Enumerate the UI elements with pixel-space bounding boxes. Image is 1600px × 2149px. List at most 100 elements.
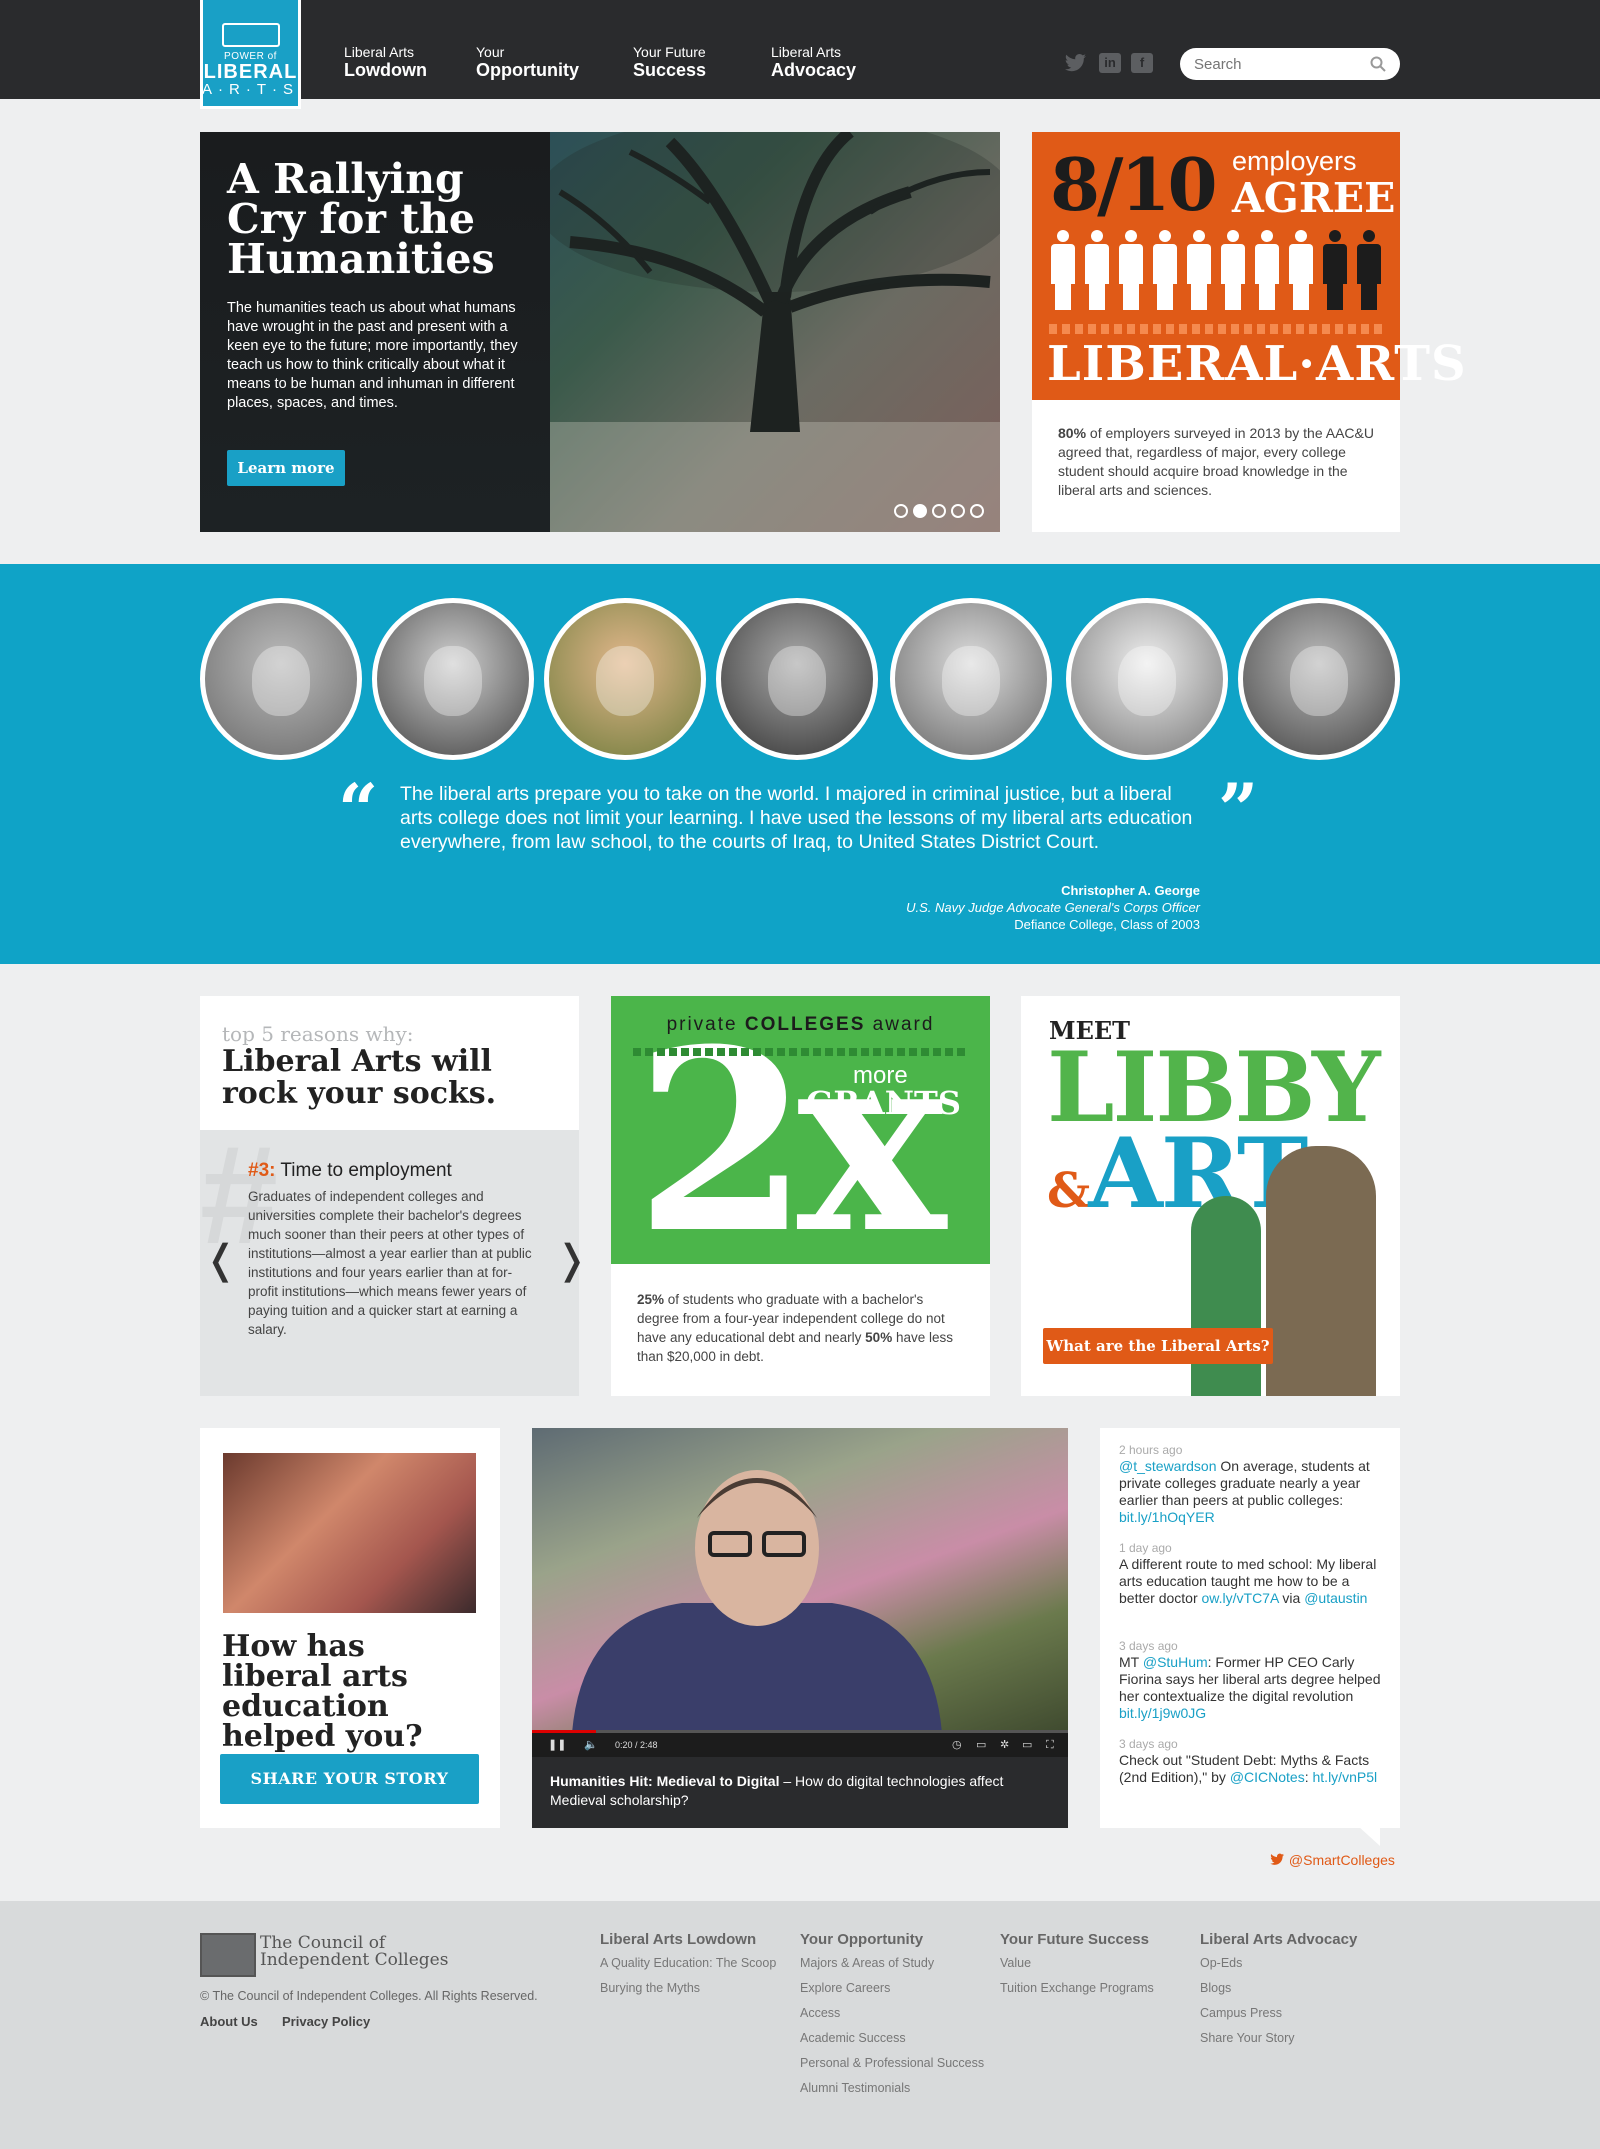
- avatar[interactable]: [372, 598, 534, 760]
- libby-art-card[interactable]: MEET LIBBY &ART What are the Liberal Art…: [1021, 996, 1400, 1396]
- nav-success[interactable]: Your Future Success: [633, 45, 706, 81]
- tweet-link[interactable]: bit.ly/1hOqYER: [1119, 1509, 1215, 1525]
- nav-lowdown[interactable]: Liberal Arts Lowdown: [344, 45, 427, 81]
- footer-link[interactable]: Academic Success: [800, 2031, 985, 2046]
- carousel-dot[interactable]: [913, 504, 927, 518]
- tweet: 3 days ago Check out "Student Debt: Myths…: [1119, 1736, 1384, 1786]
- grants-stat2: 50%: [865, 1330, 893, 1345]
- avatar[interactable]: [200, 598, 362, 760]
- video-player[interactable]: ❚❚ 🔈 0:20 / 2:48 ◷ ▭ ✲ ▭ ⛶ Humanities Hi…: [532, 1428, 1068, 1828]
- footer-link[interactable]: Explore Careers: [800, 1981, 985, 1996]
- tweet: 3 days ago MT @StuHum: Former HP CEO Carl…: [1119, 1638, 1384, 1722]
- footer-link[interactable]: Share Your Story: [1200, 2031, 1385, 2046]
- employers-banner: LIBERAL·ARTS: [1047, 336, 1467, 392]
- employers-card[interactable]: 8/10 employers AGREE LIBERAL·ARTS 80% of…: [1032, 132, 1466, 532]
- footer-column-title[interactable]: Your Opportunity: [800, 1931, 985, 1948]
- settings-icon[interactable]: ✲: [1000, 1733, 1009, 1757]
- reasons-kicker: top 5 reasons why:: [222, 1022, 414, 1046]
- theater-icon[interactable]: ▭: [1022, 1733, 1032, 1757]
- footer-column-title[interactable]: Liberal Arts Advocacy: [1200, 1931, 1385, 1948]
- video-title: Humanities Hit: Medieval to Digital: [550, 1773, 780, 1789]
- carousel-dot[interactable]: [951, 504, 965, 518]
- footer-link[interactable]: Tuition Exchange Programs: [1000, 1981, 1185, 1996]
- reason-body: Graduates of independent colleges and un…: [248, 1189, 532, 1337]
- tweet-link[interactable]: @t_stewardson: [1119, 1458, 1216, 1474]
- search-input[interactable]: [1180, 48, 1400, 80]
- volume-icon[interactable]: 🔈: [584, 1733, 598, 1757]
- carousel-dot[interactable]: [894, 504, 908, 518]
- facebook-icon[interactable]: f: [1131, 53, 1153, 73]
- nav-big-label: Success: [633, 60, 707, 80]
- next-arrow-icon[interactable]: ❭: [555, 1240, 589, 1280]
- pause-icon[interactable]: ❚❚: [548, 1733, 566, 1757]
- reasons-slide: # #3: Time to employment Graduates of in…: [200, 1125, 589, 1396]
- tweet-link[interactable]: @StuHum: [1143, 1654, 1208, 1670]
- tweet-time[interactable]: 1 day ago: [1119, 1540, 1384, 1556]
- search-icon[interactable]: [1370, 56, 1386, 72]
- tweet-time[interactable]: 3 days ago: [1119, 1638, 1384, 1654]
- nav-advocacy[interactable]: Liberal Arts Advocacy: [771, 45, 856, 81]
- footer-link[interactable]: Op-Eds: [1200, 1956, 1385, 1971]
- footer-link[interactable]: Burying the Myths: [600, 1981, 785, 1996]
- tweet-time[interactable]: 2 hours ago: [1119, 1442, 1384, 1458]
- footer-column-title[interactable]: Your Future Success: [1000, 1931, 1185, 1948]
- video-time: 0:20 / 2:48: [615, 1740, 658, 1750]
- employers-agree: AGREE: [1232, 174, 1396, 222]
- carousel-dots: [894, 504, 984, 518]
- avatar[interactable]: [1066, 598, 1228, 760]
- reasons-card: top 5 reasons why: Liberal Arts will roc…: [200, 996, 589, 1396]
- cic-logo-icon[interactable]: [200, 1933, 256, 1977]
- privacy-policy-link[interactable]: Privacy Policy: [282, 2014, 370, 2029]
- twitter-handle-link[interactable]: @SmartColleges: [1270, 1852, 1395, 1868]
- person-icon: [1321, 230, 1349, 310]
- tweet-time[interactable]: 3 days ago: [1119, 1736, 1384, 1752]
- clock-icon[interactable]: ◷: [952, 1733, 962, 1757]
- footer-link[interactable]: Campus Press: [1200, 2006, 1385, 2021]
- tweet-link[interactable]: @utaustin: [1304, 1590, 1367, 1606]
- hero-title: A Rallying Cry for the Humanities: [227, 155, 495, 283]
- employers-description: of employers surveyed in 2013 by the AAC…: [1058, 425, 1374, 498]
- share-title: How has liberal arts education helped yo…: [222, 1629, 423, 1754]
- twitter-icon[interactable]: [1065, 53, 1087, 73]
- nav-opportunity[interactable]: Your Opportunity: [476, 45, 579, 81]
- footer-link[interactable]: Access: [800, 2006, 985, 2021]
- video-frame[interactable]: [532, 1428, 1068, 1733]
- footer-link[interactable]: A Quality Education: The Scoop: [600, 1956, 785, 1971]
- footer-column-title[interactable]: Liberal Arts Lowdown: [600, 1931, 785, 1948]
- footer-link[interactable]: Value: [1000, 1956, 1185, 1971]
- testimonial-role: U.S. Navy Judge Advocate General's Corps…: [906, 900, 1200, 915]
- person-icon: [1219, 230, 1247, 310]
- share-story-card: How has liberal arts education helped yo…: [200, 1428, 500, 1828]
- tweet-link[interactable]: @CICNotes: [1230, 1769, 1305, 1785]
- footer-link[interactable]: Blogs: [1200, 1981, 1385, 1996]
- site-logo[interactable]: POWER of LIBERAL A·R·T·S: [200, 0, 301, 109]
- grants-card[interactable]: 2x private COLLEGES award more GRANTS 25…: [611, 996, 990, 1396]
- fullscreen-icon[interactable]: ⛶: [1046, 1733, 1054, 1757]
- linkedin-icon[interactable]: in: [1099, 53, 1121, 73]
- prev-arrow-icon[interactable]: ❬: [204, 1240, 238, 1280]
- what-are-liberal-arts-button[interactable]: What are the Liberal Arts?: [1043, 1328, 1273, 1364]
- avatar[interactable]: [890, 598, 1052, 760]
- copyright: © The Council of Independent Colleges. A…: [200, 1989, 538, 2003]
- tweet: 1 day ago A different route to med school…: [1119, 1540, 1384, 1607]
- nav-small-label: Liberal Arts: [771, 44, 842, 60]
- tweet-link[interactable]: bit.ly/1j9w0JG: [1119, 1705, 1206, 1721]
- share-your-story-button[interactable]: SHARE YOUR STORY: [220, 1754, 479, 1804]
- about-us-link[interactable]: About Us: [200, 2014, 258, 2029]
- footer-link[interactable]: Alumni Testimonials: [800, 2081, 985, 2096]
- tweet-link[interactable]: ow.ly/vTC7A: [1202, 1590, 1279, 1606]
- learn-more-button[interactable]: Learn more: [227, 450, 345, 486]
- video-caption[interactable]: Humanities Hit: Medieval to Digital – Ho…: [550, 1772, 1050, 1810]
- carousel-dot[interactable]: [932, 504, 946, 518]
- captions-icon[interactable]: ▭: [976, 1733, 986, 1757]
- hero-body: The humanities teach us about what human…: [227, 300, 518, 411]
- avatar[interactable]: [716, 598, 878, 760]
- avatar[interactable]: [1238, 598, 1400, 760]
- reason-number: #3:: [248, 1160, 276, 1181]
- carousel-dot[interactable]: [970, 504, 984, 518]
- grants-header-pre: private: [666, 1014, 745, 1035]
- avatar[interactable]: [544, 598, 706, 760]
- footer-link[interactable]: Majors & Areas of Study: [800, 1956, 985, 1971]
- footer-link[interactable]: Personal & Professional Success: [800, 2056, 985, 2071]
- tweet-link[interactable]: ht.ly/vnP5l: [1313, 1769, 1378, 1785]
